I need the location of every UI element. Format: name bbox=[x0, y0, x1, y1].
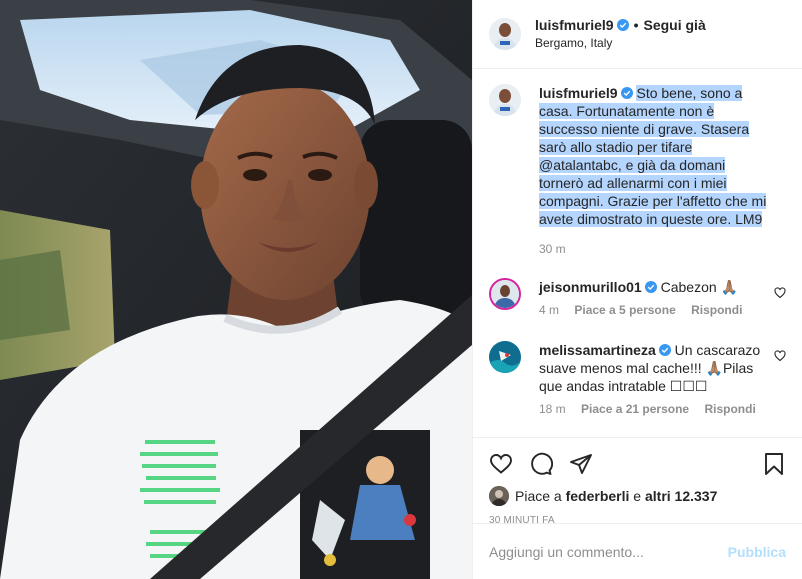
likes-conjunction: e bbox=[633, 488, 642, 504]
author-avatar-image bbox=[489, 18, 521, 50]
verified-icon bbox=[616, 17, 629, 31]
comment-author[interactable]: jeisonmurillo01 bbox=[539, 279, 642, 295]
publish-button[interactable]: Pubblica bbox=[728, 544, 786, 560]
reply-button[interactable]: Rispondi bbox=[704, 402, 755, 416]
commenter-avatar[interactable] bbox=[489, 341, 521, 373]
bookmark-icon[interactable] bbox=[762, 452, 786, 476]
selfie-photo-illustration bbox=[0, 0, 472, 579]
likes-first-user[interactable]: federberli bbox=[566, 488, 630, 504]
post-header-meta: luisfmuriel9 • Segui già Bergamo, Italy bbox=[535, 16, 706, 52]
action-icon-row bbox=[489, 444, 786, 484]
post-actions: Piace a federberli e altri 12.337 30 MIN… bbox=[473, 437, 802, 526]
caption-avatar-image bbox=[489, 84, 521, 116]
commenter-avatar-image bbox=[491, 280, 519, 308]
likes-others[interactable]: altri 12.337 bbox=[645, 488, 717, 504]
likes-summary: Piace a federberli e altri 12.337 bbox=[489, 486, 786, 506]
post-side-panel: luisfmuriel9 • Segui già Bergamo, Italy l bbox=[472, 0, 802, 579]
comment-likes[interactable]: Piace a 5 persone bbox=[574, 303, 675, 317]
comment-heart-icon[interactable] bbox=[774, 349, 786, 362]
verified-icon bbox=[620, 85, 633, 99]
comment-info: 18 m Piace a 21 persone Rispondi bbox=[539, 402, 768, 416]
caption-body: luisfmuriel9 Sto bene, sono a casa. Fort… bbox=[539, 84, 786, 256]
comment-input[interactable] bbox=[489, 543, 728, 560]
comment-author[interactable]: melissamartineza bbox=[539, 342, 656, 358]
commenter-avatar-image bbox=[489, 341, 521, 373]
post-location[interactable]: Bergamo, Italy bbox=[535, 34, 706, 52]
following-button[interactable]: Segui già bbox=[644, 17, 706, 33]
reply-button[interactable]: Rispondi bbox=[691, 303, 742, 317]
comment-body: melissamartineza Un cascarazo suave meno… bbox=[539, 341, 786, 416]
post-photo[interactable] bbox=[0, 0, 472, 579]
author-avatar[interactable] bbox=[489, 18, 521, 50]
comment-time[interactable]: 18 m bbox=[539, 402, 566, 416]
share-icon[interactable] bbox=[569, 452, 593, 476]
comment-likes[interactable]: Piace a 21 persone bbox=[581, 402, 689, 416]
caption-author[interactable]: luisfmuriel9 bbox=[539, 85, 618, 101]
liker-avatar[interactable] bbox=[489, 486, 509, 506]
caption-info: 30 m bbox=[539, 242, 768, 256]
caption-author-avatar[interactable] bbox=[489, 84, 521, 116]
post-dialog: luisfmuriel9 • Segui già Bergamo, Italy l bbox=[0, 0, 802, 579]
comment-body: jeisonmurillo01 Cabezon 🙏🏽 4 m Piace a 5… bbox=[539, 278, 786, 317]
likes-prefix: Piace a bbox=[515, 488, 562, 504]
liker-avatar-image bbox=[489, 486, 509, 506]
comments-list[interactable]: luisfmuriel9 Sto bene, sono a casa. Fort… bbox=[473, 70, 802, 436]
comment-time[interactable]: 4 m bbox=[539, 303, 559, 317]
post-header: luisfmuriel9 • Segui già Bergamo, Italy bbox=[473, 0, 802, 69]
comment-heart-icon[interactable] bbox=[774, 286, 786, 299]
verified-icon bbox=[658, 342, 671, 356]
verified-icon bbox=[644, 279, 657, 293]
caption-text: Sto bene, sono a casa. Fortunatamente no… bbox=[539, 85, 767, 227]
caption-time[interactable]: 30 m bbox=[539, 242, 566, 256]
comment-item: jeisonmurillo01 Cabezon 🙏🏽 4 m Piace a 5… bbox=[489, 278, 786, 317]
separator-dot: • bbox=[633, 17, 639, 33]
commenter-avatar[interactable] bbox=[489, 278, 521, 310]
add-comment-bar: Pubblica bbox=[473, 523, 802, 579]
heart-icon[interactable] bbox=[489, 452, 513, 476]
comment-text: Cabezon 🙏🏽 bbox=[660, 279, 738, 295]
author-username[interactable]: luisfmuriel9 bbox=[535, 17, 614, 33]
caption-comment: luisfmuriel9 Sto bene, sono a casa. Fort… bbox=[489, 84, 786, 256]
comment-info: 4 m Piace a 5 persone Rispondi bbox=[539, 303, 768, 317]
comment-icon[interactable] bbox=[529, 452, 554, 476]
comment-item: melissamartineza Un cascarazo suave meno… bbox=[489, 341, 786, 416]
